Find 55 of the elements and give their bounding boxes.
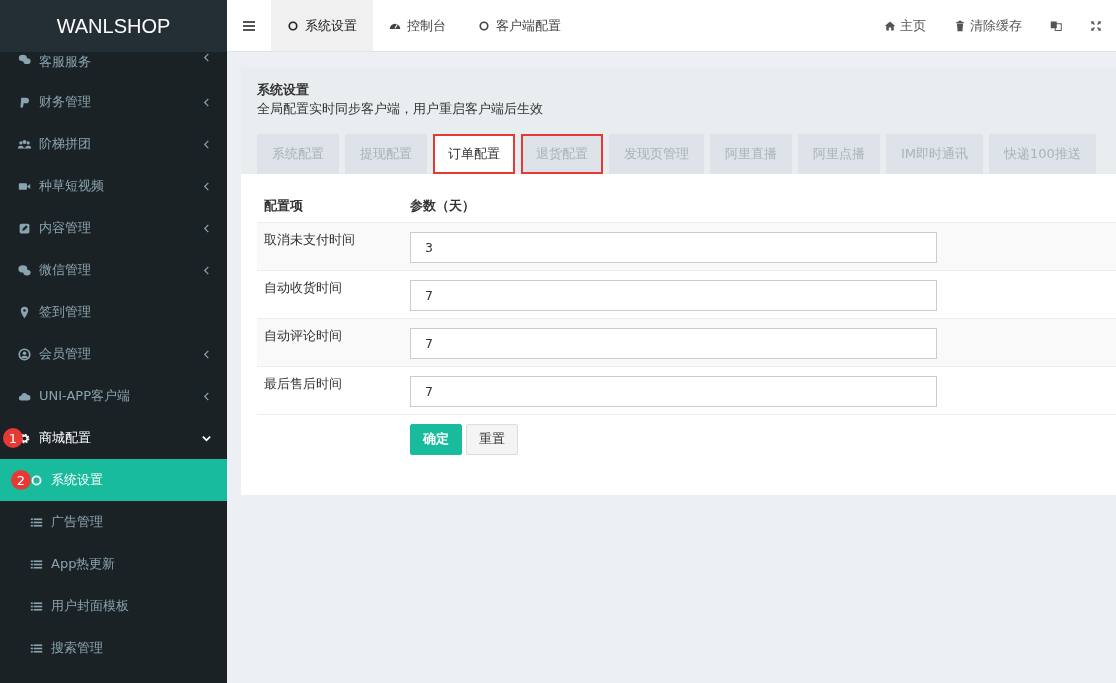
page-tab[interactable]: 控制台 [373, 0, 462, 51]
number-badge: 2 [11, 470, 31, 490]
column-header: 参数（天） [410, 197, 475, 215]
menu-item[interactable]: 内容管理 [0, 207, 227, 249]
number-badge: 1 [3, 428, 23, 448]
fullscreen-icon [1090, 19, 1102, 32]
menu-item[interactable]: 阶梯拼团 [0, 123, 227, 165]
reset-button[interactable]: 重置 [466, 424, 518, 455]
toolbar-link[interactable]: 清除缓存 [940, 0, 1036, 51]
panel-subtitle: 全局配置实时同步客户端，用户重启客户端后生效 [257, 101, 544, 118]
menu-item[interactable]: 种草短视频 [0, 165, 227, 207]
chat-bubbles-icon [18, 53, 31, 66]
toolbar-link[interactable]: 主页 [870, 0, 940, 51]
menu-item[interactable]: 财务管理 [0, 81, 227, 123]
setting-label: 自动评论时间 [263, 327, 343, 345]
menu-item[interactable]: 客服服务 [0, 52, 227, 81]
menu-item[interactable]: 签到管理 [0, 291, 227, 333]
menu-item[interactable]: 微信管理 [0, 249, 227, 291]
menu-icon[interactable] [243, 19, 255, 32]
user-circle-icon [18, 347, 31, 361]
edit-icon [18, 221, 31, 235]
panel-title: 系统设置 [257, 82, 310, 99]
circle-icon [30, 473, 43, 487]
submenu-item[interactable]: App热更新 [0, 543, 227, 585]
list-icon [30, 599, 43, 613]
setting-label: 最后售后时间 [263, 375, 343, 393]
input-field[interactable]: 7 [410, 376, 937, 407]
menu-item[interactable]: 1 商城配置 [0, 417, 227, 459]
home-icon [884, 19, 896, 32]
circle-icon [478, 19, 490, 32]
menu-item[interactable]: UNI-APP客户端 [0, 375, 227, 417]
app-logo: WANLSHOP [0, 0, 227, 52]
map-pin-icon [18, 305, 31, 319]
submenu-item[interactable]: 广告管理 [0, 501, 227, 543]
input-field[interactable]: 3 [410, 232, 937, 263]
chat-bubbles-icon [18, 263, 31, 277]
list-icon [30, 515, 43, 529]
submenu-item[interactable]: 搜索管理 [0, 627, 227, 669]
p-logo-icon [18, 95, 31, 109]
input-field[interactable]: 7 [410, 328, 937, 359]
page-tab[interactable]: 系统设置 [271, 0, 373, 51]
submenu-item[interactable]: 用户封面模板 [0, 585, 227, 627]
trash-icon [954, 19, 966, 32]
page-tab[interactable]: 客户端配置 [462, 0, 577, 51]
setting-label: 取消未支付时间 [263, 231, 356, 249]
column-header: 配置项 [263, 197, 304, 215]
input-field[interactable]: 7 [410, 280, 937, 311]
circle-icon [287, 19, 299, 32]
list-icon [30, 641, 43, 655]
config-tab[interactable]: 订单配置 [433, 134, 515, 174]
list-icon [30, 557, 43, 571]
menu-item[interactable]: 会员管理 [0, 333, 227, 375]
submenu-item[interactable]: 2 系统设置 [0, 459, 227, 501]
setting-label: 自动收货时间 [263, 279, 343, 297]
people-icon [18, 137, 31, 151]
